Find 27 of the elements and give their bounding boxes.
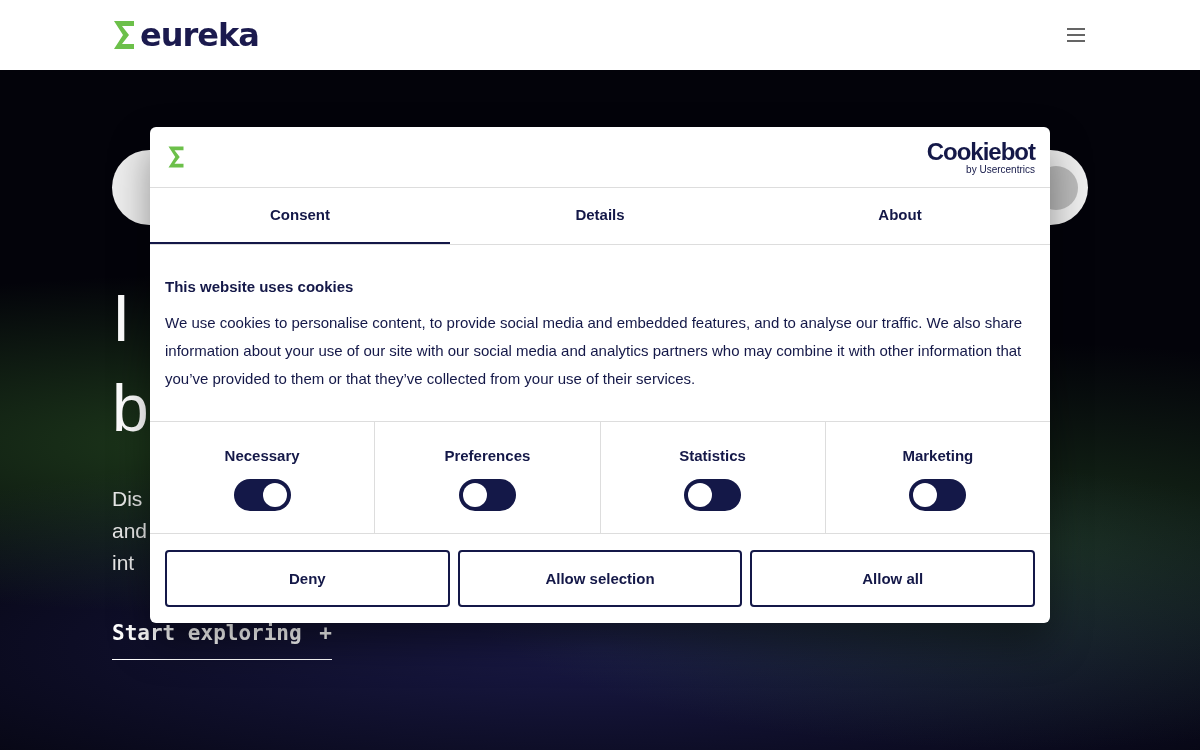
hero-heading-line: I [112,280,131,357]
hero-text-line: int [112,550,135,576]
category-label: Necessary [224,447,300,464]
dialog-tab[interactable]: Details [450,188,750,244]
dialog-tab[interactable]: About [750,188,1050,244]
toggle-switch[interactable] [458,479,516,511]
toggle-switch[interactable] [684,479,742,511]
category-label: Preferences [444,447,531,464]
category-label: Statistics [679,447,746,464]
consent-button[interactable]: Allow all [750,550,1035,607]
dialog-tab[interactable]: Consent [150,188,450,244]
hero-text-line: Dis [112,486,143,512]
dialog-title: This website uses cookies [165,278,355,295]
hero-heading-line: b [112,370,149,447]
eureka-logo[interactable]: eureka [112,16,259,54]
sigma-icon [112,19,136,51]
cookiebot-logo: Cookiebot by Usercentrics [926,139,1035,175]
hero-text-line: and [112,518,148,544]
consent-button[interactable]: Deny [165,550,450,607]
consent-button[interactable]: Allow selection [457,550,743,607]
sigma-icon [167,145,185,169]
toggle-switch[interactable] [909,479,967,511]
menu-icon[interactable] [1067,28,1085,42]
category-label: Marketing [902,447,974,464]
dialog-text: We use cookies to personalise content, to provide social media and embedded features, and to analyse our traffic. We also share information about your use of our site with our social media and analytics partners who may combine it with other information that you’ve provided to them or that they’ve collected from your use of their services. [165,313,1024,389]
toggle-switch[interactable] [233,479,291,511]
logo-text: eureka [140,16,259,54]
